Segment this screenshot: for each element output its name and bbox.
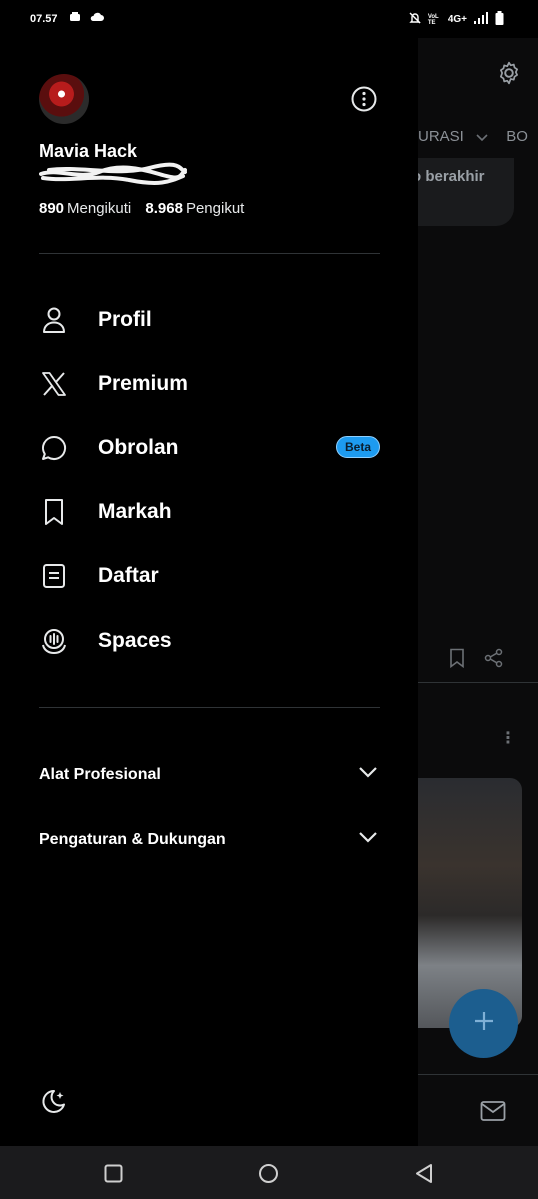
card-text-partial: o berakhir: [418, 168, 485, 185]
person-icon: [39, 305, 69, 335]
menu-label: Obrolan: [98, 436, 179, 459]
menu-item-profil[interactable]: Profil: [39, 295, 380, 345]
menu-item-obrolan[interactable]: Obrolan Beta: [39, 423, 380, 473]
menu-label: Daftar: [98, 564, 159, 587]
divider: [39, 253, 380, 254]
menu-item-markah[interactable]: Markah: [39, 487, 380, 537]
follow-counts: 890 Mengikuti 8.968 Pengikut: [39, 200, 254, 217]
section-alat-profesional[interactable]: Alat Profesional: [39, 757, 380, 793]
section-pengaturan-dukungan[interactable]: Pengaturan & Dukungan: [39, 822, 380, 858]
menu-item-spaces[interactable]: Spaces: [39, 616, 380, 666]
plus-icon: [472, 1009, 496, 1038]
gear-icon[interactable]: [496, 60, 522, 91]
divider: [39, 707, 380, 708]
x-logo-icon: [39, 369, 69, 399]
share-icon[interactable]: [484, 648, 504, 673]
menu-item-daftar[interactable]: Daftar: [39, 551, 380, 601]
recents-button[interactable]: [104, 1164, 123, 1188]
bookmark-icon: [39, 497, 69, 527]
followers-count[interactable]: 8.968: [145, 200, 183, 217]
chevron-down-icon: [358, 830, 378, 849]
beta-badge: Beta: [335, 436, 380, 458]
redacted-handle: [39, 162, 187, 186]
background-card: o berakhir: [418, 158, 514, 226]
compose-button[interactable]: [449, 989, 518, 1058]
back-button[interactable]: [414, 1163, 434, 1189]
following-label[interactable]: Mengikuti: [67, 200, 131, 217]
feed-divider: [418, 682, 538, 683]
system-navigation-bar: [0, 1146, 538, 1199]
navigation-drawer: Mavia Hack 890 Mengikuti 8.968 Pengikut Pr…: [0, 38, 418, 1146]
menu-item-premium[interactable]: Premium: [39, 359, 380, 409]
background-feed: URASI BO o berakhir ⋮: [418, 38, 538, 1146]
tab-partial[interactable]: URASI: [418, 128, 464, 145]
spaces-icon: [39, 626, 69, 656]
chevron-down-icon: [358, 765, 378, 784]
more-options-button[interactable]: [350, 85, 378, 113]
bookmark-icon[interactable]: [448, 648, 466, 673]
signal-icon: [473, 11, 489, 28]
section-label: Alat Profesional: [39, 766, 161, 783]
mail-icon[interactable]: [480, 1100, 506, 1127]
chevron-down-icon: [476, 129, 488, 146]
status-bar: 07.57 VoLTE 4G+: [0, 0, 538, 38]
tab-partial-2[interactable]: BO: [506, 128, 528, 145]
menu-label: Markah: [98, 500, 172, 523]
status-time: 07.57: [30, 13, 58, 25]
following-count[interactable]: 890: [39, 200, 64, 217]
home-button[interactable]: [258, 1163, 279, 1189]
network-label: 4G+: [447, 14, 467, 25]
menu-label: Spaces: [98, 629, 172, 652]
feed-divider: [418, 1074, 538, 1075]
volte-label: VoLTE: [427, 13, 439, 26]
dark-mode-icon[interactable]: [39, 1088, 67, 1121]
chat-bubble-icon: [39, 433, 69, 463]
list-icon: [39, 561, 69, 591]
app-icon: [68, 10, 82, 27]
followers-label[interactable]: Pengikut: [186, 200, 244, 217]
background-tabs: URASI BO: [418, 128, 528, 146]
mute-icon: [408, 11, 422, 28]
menu-label: Profil: [98, 308, 152, 331]
post-actions: [448, 648, 504, 673]
menu-label: Premium: [98, 372, 188, 395]
battery-icon: [495, 11, 504, 28]
more-vertical-icon[interactable]: ⋮: [500, 728, 516, 748]
avatar[interactable]: [39, 74, 89, 124]
section-label: Pengaturan & Dukungan: [39, 831, 226, 848]
profile-name[interactable]: Mavia Hack: [39, 141, 137, 162]
cloud-icon: [89, 10, 105, 27]
